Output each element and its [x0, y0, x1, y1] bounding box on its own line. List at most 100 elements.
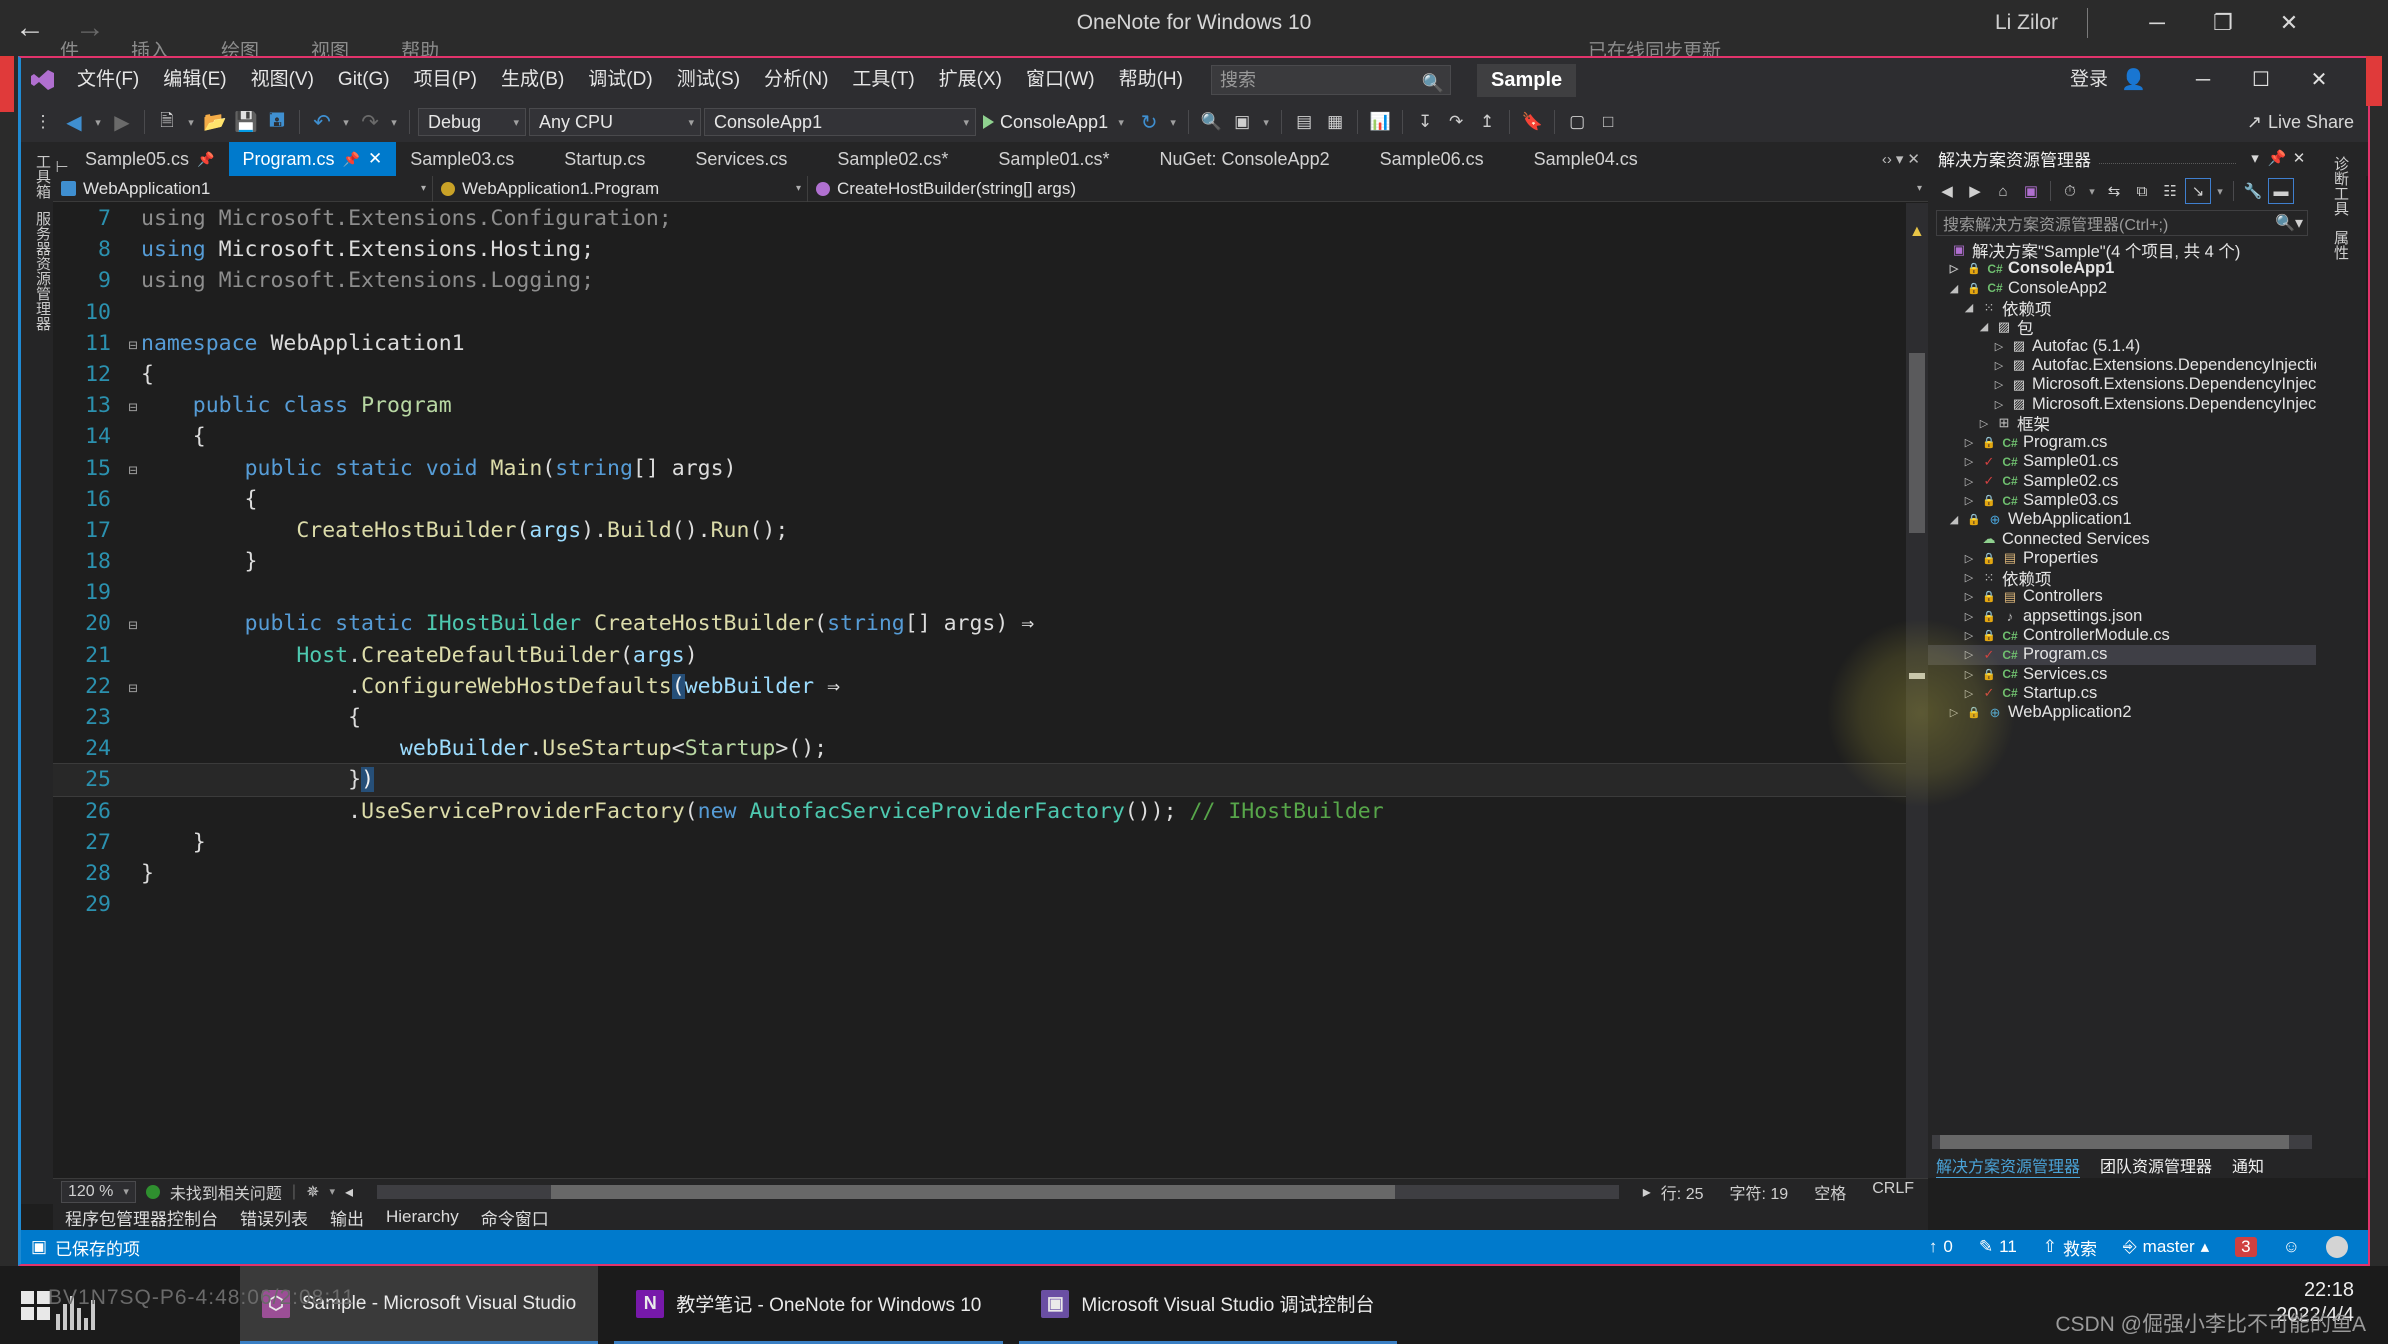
live-visual-tree-icon[interactable]: ▤ — [1290, 107, 1318, 137]
publish-badge[interactable]: ⇧ 救索 — [2043, 1235, 2097, 1260]
code-line[interactable]: 25 }) — [53, 764, 1928, 795]
outgoing-commits-badge[interactable]: ↑ 0 — [1929, 1237, 1953, 1257]
menu-git[interactable]: Git(G) — [326, 58, 402, 102]
close-icon[interactable]: ✕ — [2288, 149, 2310, 167]
pin-icon[interactable]: 📌 — [343, 142, 360, 176]
tree-expander-icon[interactable]: ▷ — [1962, 436, 1976, 449]
back-icon[interactable]: ◀ — [1934, 178, 1960, 204]
code-line[interactable]: 21 Host.CreateDefaultBuilder(args) — [53, 640, 1928, 671]
taskbar-item-debug-console[interactable]: ▣ Microsoft Visual Studio 调试控制台 — [1019, 1266, 1396, 1344]
solution-tree-node[interactable]: ▷🔒C#ConsoleApp1 — [1928, 259, 2316, 278]
code-line[interactable]: 15⊟ public static void Main(string[] arg… — [53, 453, 1928, 484]
solution-tree-node[interactable]: ▷▨Microsoft.Extensions.DependencyInjecti… — [1928, 375, 2316, 394]
chevron-down-icon[interactable]: ▾ — [2213, 185, 2227, 198]
sign-in-label[interactable]: 登录 — [2070, 58, 2108, 102]
solution-tree-node[interactable]: ▷🔒♪appsettings.json — [1928, 607, 2316, 626]
step-out-icon[interactable]: ↥ — [1473, 107, 1501, 137]
redo-caret-icon[interactable]: ▾ — [387, 116, 401, 129]
code-line[interactable]: 23 { — [53, 702, 1928, 733]
tree-expander-icon[interactable]: ◢ — [1977, 320, 1991, 333]
scrollbar-thumb[interactable] — [1940, 1135, 2290, 1149]
account-add-icon[interactable]: 👤 — [2121, 58, 2146, 102]
solution-tree-node[interactable]: ◢🔒⊕WebApplication1 — [1928, 510, 2316, 529]
solution-tree-node[interactable]: ◢🔒C#ConsoleApp2 — [1928, 279, 2316, 298]
solution-tree-node[interactable]: ▷🔒C#ControllerModule.cs — [1928, 626, 2316, 645]
platform-combo[interactable]: Any CPU ▾ — [529, 108, 701, 136]
tree-expander-icon[interactable]: ▷ — [1962, 475, 1976, 488]
pending-changes-icon[interactable]: ⏱ — [2057, 178, 2083, 204]
tree-expander-icon[interactable]: ▷ — [1962, 590, 1976, 603]
tree-expander-icon[interactable]: ◢ — [1947, 282, 1961, 295]
solution-explorer-horizontal-scrollbar[interactable] — [1932, 1135, 2312, 1149]
pending-changes-badge[interactable]: ✎ 11 — [1979, 1237, 2017, 1257]
menu-analyze[interactable]: 分析(N) — [752, 58, 840, 102]
configuration-combo[interactable]: Debug ▾ — [418, 108, 526, 136]
solution-explorer-tree[interactable]: ▣解决方案"Sample"(4 个项目, 共 4 个)▷🔒C#ConsoleAp… — [1928, 240, 2316, 1135]
tree-expander-icon[interactable]: ◢ — [1962, 301, 1976, 314]
tree-expander-icon[interactable]: ▷ — [1992, 398, 2006, 411]
open-file-icon[interactable]: 📂 — [201, 107, 229, 137]
menu-project[interactable]: 项目(P) — [402, 58, 489, 102]
tab-services[interactable]: Services.cs — [681, 142, 801, 176]
diagnostic-tools-dock-label[interactable]: 诊断工具 — [2330, 156, 2351, 216]
editor-vertical-scrollbar[interactable]: ▲ — [1906, 203, 1928, 1178]
undo-icon[interactable]: ↶ — [308, 107, 336, 137]
tab-sample03[interactable]: Sample03.cs — [396, 142, 528, 176]
scrollbar-thumb[interactable] — [551, 1185, 1395, 1199]
tab-list-icon[interactable]: ▾ — [1896, 150, 1904, 168]
tree-expander-icon[interactable]: ▷ — [1962, 494, 1976, 507]
code-line[interactable]: 16 { — [53, 484, 1928, 515]
new-project-icon[interactable]: 🗎 — [153, 107, 181, 137]
code-line[interactable]: 11⊟namespace WebApplication1 — [53, 328, 1928, 359]
home-icon[interactable]: ⌂ — [1990, 178, 2016, 204]
vs-close-button[interactable]: ✕ — [2290, 58, 2348, 102]
dock-tab-output[interactable]: 输出 — [330, 1205, 364, 1230]
warning-marker-icon[interactable]: ▲ — [1909, 223, 1925, 239]
refresh-icon[interactable]: ⧉ — [2129, 178, 2155, 204]
hot-reload-caret-icon[interactable]: ▾ — [1166, 116, 1180, 129]
solution-tree-node[interactable]: ▷✓C#Startup.cs — [1928, 684, 2316, 703]
performance-profiler-icon[interactable]: 📊 — [1366, 107, 1394, 137]
hscroll-right-arrow-icon[interactable]: ▸ — [1643, 1182, 1651, 1202]
code-line[interactable]: 24 webBuilder.UseStartup<Startup>(); — [53, 733, 1928, 764]
select-element-icon[interactable]: ▣ — [1228, 107, 1256, 137]
tree-expander-icon[interactable]: ◢ — [1947, 513, 1961, 526]
solution-tree-node[interactable]: ▷✓C#Sample01.cs — [1928, 452, 2316, 471]
code-line[interactable]: 22⊟ .ConfigureWebHostDefaults(webBuilder… — [53, 671, 1928, 702]
solution-tree-node[interactable]: ▷🔒C#Services.cs — [1928, 665, 2316, 684]
startup-project-combo[interactable]: ConsoleApp1 ▾ — [704, 108, 976, 136]
editor-horizontal-scrollbar[interactable] — [377, 1185, 1619, 1199]
show-all-files-icon[interactable]: ↘ — [2185, 178, 2211, 204]
menu-help[interactable]: 帮助(H) — [1107, 58, 1195, 102]
properties-dock-label[interactable]: 属性 — [2330, 230, 2351, 260]
step-over-icon[interactable]: ↷ — [1442, 107, 1470, 137]
navigate-backward-icon[interactable]: ◀ — [60, 107, 88, 137]
tree-expander-icon[interactable]: ▷ — [1962, 571, 1976, 584]
code-line[interactable]: 7using Microsoft.Extensions.Configuratio… — [53, 203, 1928, 234]
account-avatar[interactable] — [2326, 1236, 2348, 1258]
live-share-button[interactable]: ↗ Live Share — [2247, 112, 2354, 133]
zoom-level-combo[interactable]: 120 % ▾ — [61, 1181, 136, 1203]
solution-tree-node[interactable]: ▷🔒▤Controllers — [1928, 587, 2316, 606]
solution-tree-node[interactable]: ☁Connected Services — [1928, 529, 2316, 548]
toolbox-dock-label[interactable]: 工具箱 — [21, 142, 53, 199]
solution-root-icon[interactable]: ▣ — [2018, 178, 2044, 204]
sync-with-active-document-icon[interactable]: ⇆ — [2101, 178, 2127, 204]
solution-tree-node[interactable]: ▷▨Autofac.Extensions.DependencyInjection… — [1928, 356, 2316, 375]
tab-sample01[interactable]: Sample01.cs* — [984, 142, 1123, 176]
solution-tree-node[interactable]: ▷▨Autofac (5.1.4) — [1928, 336, 2316, 355]
navbar-project-selector[interactable]: WebApplication1 ▾ — [53, 176, 433, 202]
server-explorer-dock-label[interactable]: 服务器资源管理器 — [21, 199, 53, 331]
code-line[interactable]: 14 { — [53, 421, 1928, 452]
solution-tree-node[interactable]: ▷🔒▤Properties — [1928, 549, 2316, 568]
solution-explorer-search-input[interactable]: 搜索解决方案资源管理器(Ctrl+;) 🔍▾ — [1936, 210, 2308, 236]
tree-expander-icon[interactable]: ▷ — [1962, 552, 1976, 565]
code-line[interactable]: 8using Microsoft.Extensions.Hosting; — [53, 234, 1928, 265]
solution-tree-node[interactable]: ▷🔒C#Sample03.cs — [1928, 491, 2316, 510]
code-line[interactable]: 28} — [53, 858, 1928, 889]
search-icon[interactable]: 🔍▾ — [2275, 213, 2307, 233]
collapse-all-icon[interactable]: ☷ — [2157, 178, 2183, 204]
fold-toggle-icon[interactable]: ⊟ — [125, 610, 141, 641]
bookmark-icon[interactable]: 🔖 — [1518, 107, 1546, 137]
code-line[interactable]: 27 } — [53, 827, 1928, 858]
